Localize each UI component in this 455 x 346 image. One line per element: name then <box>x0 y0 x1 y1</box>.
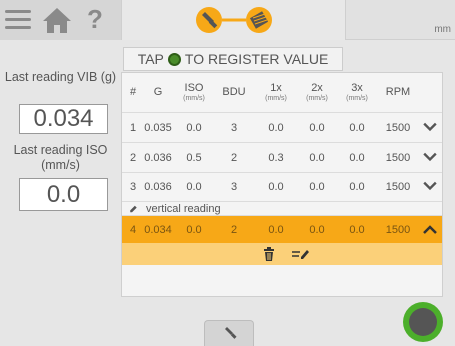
col-num-header: # <box>129 86 137 98</box>
row-1x: 0.0 <box>268 181 284 193</box>
last-vib-value: 0.034 <box>19 104 108 134</box>
col-rpm-header: RPM <box>385 86 411 98</box>
table-row[interactable]: 1 0.035 0.0 3 0.0 0.0 0.0 1500 <box>122 113 442 143</box>
row-iso: 0.0 <box>186 181 202 193</box>
row-bdu: 3 <box>230 121 238 134</box>
row-1x: 0.0 <box>268 121 284 134</box>
row-rpm: 1500 <box>385 223 411 236</box>
tap-label: TAP <box>137 51 164 67</box>
row-num: 4 <box>129 223 137 236</box>
row-2x: 0.0 <box>309 223 325 236</box>
chevron-down-icon[interactable] <box>422 113 438 142</box>
trash-icon[interactable] <box>263 247 275 261</box>
chevron-up-icon[interactable] <box>422 216 438 243</box>
top-left-section: ? <box>0 0 121 40</box>
col-g-header: G <box>153 86 163 98</box>
chevron-down-icon[interactable] <box>422 173 438 201</box>
bottom-sensor-tab[interactable] <box>204 320 254 346</box>
readings-table: # G ISO (mm/s) BDU 1x (mm/s) 2x (mm/s) 3x (m… <box>121 72 443 297</box>
row-2x: 0.0 <box>309 151 325 164</box>
row-iso: 0.0 <box>186 223 202 236</box>
col-bdu-header: BDU <box>222 86 246 98</box>
row-g: 0.034 <box>144 223 172 236</box>
row-g: 0.036 <box>144 151 172 164</box>
row-num: 1 <box>129 121 137 134</box>
sensor-icon <box>225 327 237 339</box>
unit-label: mm <box>434 24 451 35</box>
menu-icon[interactable] <box>5 9 31 29</box>
row-bdu: 2 <box>230 151 238 164</box>
table-header: # G ISO (mm/s) BDU 1x (mm/s) 2x (mm/s) 3x (m… <box>122 73 442 113</box>
row-actions <box>122 243 442 265</box>
record-button[interactable] <box>403 302 443 342</box>
home-icon[interactable] <box>41 6 73 34</box>
row-num: 2 <box>129 151 137 164</box>
top-bar: ? mm <box>0 0 455 40</box>
step-progress <box>195 7 272 33</box>
col-2x-header: 2x (mm/s) <box>306 81 328 102</box>
tap-to-register-banner: TAP TO REGISTER VALUE <box>123 47 343 71</box>
last-iso-value: 0.0 <box>19 178 108 211</box>
row-3x: 0.0 <box>349 151 365 164</box>
note-text: vertical reading <box>146 202 221 215</box>
help-icon[interactable]: ? <box>87 4 103 35</box>
col-1x-header: 1x (mm/s) <box>265 81 287 102</box>
row-2x: 0.0 <box>309 181 325 193</box>
row-1x: 0.0 <box>268 223 284 236</box>
last-iso-label: Last reading ISO (mm/s) <box>13 143 108 172</box>
step-indicator <box>121 0 346 40</box>
table-row-selected[interactable]: 4 0.034 0.0 2 0.0 0.0 0.0 1500 <box>122 216 442 243</box>
row-iso: 0.5 <box>186 151 202 164</box>
col-3x-header: 3x (mm/s) <box>346 81 368 102</box>
row-iso: 0.0 <box>186 121 202 134</box>
record-button-inner <box>409 308 437 336</box>
pencil-icon <box>130 205 137 213</box>
last-vib-label: Last reading VIB (g) <box>4 70 117 84</box>
row-bdu: 3 <box>230 181 238 193</box>
row-g: 0.036 <box>144 181 172 193</box>
row-rpm: 1500 <box>385 181 411 193</box>
row-2x: 0.0 <box>309 121 325 134</box>
row-bdu: 2 <box>230 223 238 236</box>
register-label: TO REGISTER VALUE <box>184 51 329 67</box>
edit-note-icon[interactable] <box>292 247 310 261</box>
chevron-down-icon[interactable] <box>422 143 438 172</box>
row-g: 0.035 <box>144 121 172 134</box>
left-panel: Last reading VIB (g) 0.034 Last reading … <box>0 40 121 346</box>
col-iso-header: ISO (mm/s) <box>183 81 205 102</box>
row-3x: 0.0 <box>349 121 365 134</box>
green-dot-icon <box>167 52 181 66</box>
row-3x: 0.0 <box>349 223 365 236</box>
note-row: vertical reading <box>122 202 442 216</box>
row-rpm: 1500 <box>385 121 411 134</box>
row-rpm: 1500 <box>385 151 411 164</box>
row-num: 3 <box>129 181 137 193</box>
row-3x: 0.0 <box>349 181 365 193</box>
table-row[interactable]: 3 0.036 0.0 3 0.0 0.0 0.0 1500 <box>122 173 442 202</box>
row-1x: 0.3 <box>268 151 284 164</box>
table-row[interactable]: 2 0.036 0.5 2 0.3 0.0 0.0 1500 <box>122 143 442 173</box>
